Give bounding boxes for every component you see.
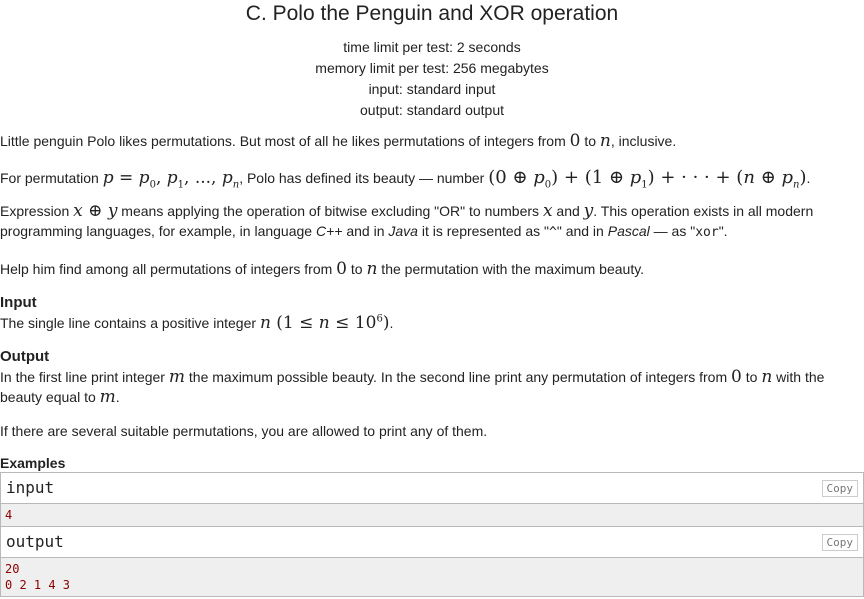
time-limit: time limit per test: 2 seconds	[343, 39, 521, 55]
xor-expression: x ⊕ y	[73, 201, 118, 221]
output-section-title: Output	[0, 348, 50, 365]
sample-input-header: input Copy	[1, 473, 863, 504]
output-section: Output In the first line print integer m…	[0, 347, 864, 441]
beauty-formula: (0 ⊕ p0) + (1 ⊕ p1) + · · · + (n ⊕ pn)	[488, 167, 807, 191]
sample-output-header: output Copy	[1, 527, 863, 558]
sample-input-block: input Copy 4	[0, 472, 864, 527]
sample-input-label: input	[6, 478, 55, 497]
sample-output-text: 20 0 2 1 4 3	[1, 558, 863, 596]
copy-output-button[interactable]: Copy	[821, 534, 858, 551]
output-file: output: standard output	[360, 102, 504, 118]
input-section: Input The single line contains a positiv…	[0, 293, 864, 333]
sample-output-block: output Copy 20 0 2 1 4 3	[0, 527, 864, 597]
statement-paragraph-3: Expression x ⊕ y means applying the oper…	[0, 201, 814, 240]
sample-output-label: output	[6, 532, 64, 551]
output-section-paragraph-1: In the first line print integer m the ma…	[0, 367, 825, 407]
sample-input-text: 4	[1, 504, 863, 526]
statement-paragraph-4: Help him find among all permutations of …	[0, 259, 645, 279]
problem-statement: Little penguin Polo likes permutations. …	[0, 131, 864, 279]
statement-paragraph-2: For permutation p = p0, p1, ..., pn, Pol…	[0, 167, 811, 191]
permutation-formula: p = p0, p1, ..., pn	[102, 168, 240, 191]
output-section-paragraph-2: If there are several suitable permutatio…	[0, 423, 488, 439]
memory-limit: memory limit per test: 256 megabytes	[315, 60, 549, 76]
problem-header: C. Polo the Penguin and XOR operation ti…	[0, 0, 864, 121]
examples-section: Examples input Copy 4 output Copy 20 0 2…	[0, 455, 864, 597]
examples-title: Examples	[0, 455, 66, 471]
input-file: input: standard input	[368, 81, 496, 97]
copy-input-button[interactable]: Copy	[821, 480, 858, 497]
problem-title: C. Polo the Penguin and XOR operation	[245, 2, 619, 25]
statement-paragraph-1: Little penguin Polo likes permutations. …	[0, 131, 677, 151]
n-constraint: n (1 ≤ n ≤ 106)	[259, 313, 390, 333]
input-section-title: Input	[0, 294, 37, 311]
input-section-text: The single line contains a positive inte…	[0, 313, 394, 333]
